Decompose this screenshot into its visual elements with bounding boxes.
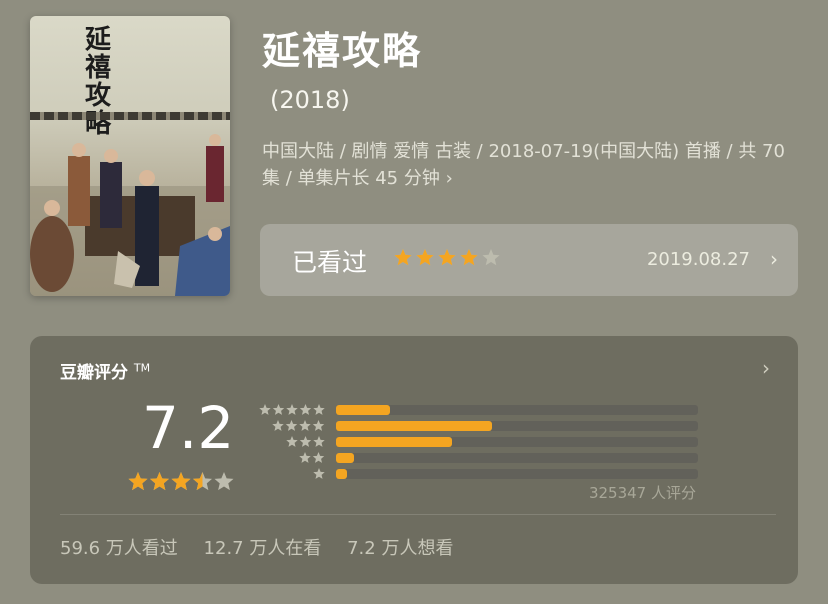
divider xyxy=(60,514,776,515)
chevron-right-icon: › xyxy=(445,168,453,189)
user-rating-star-icon xyxy=(482,249,500,266)
movie-year: (2018) xyxy=(270,86,350,114)
movie-title: 延禧攻略 xyxy=(262,29,423,73)
user-rating-stars xyxy=(394,249,500,266)
audience-stats: 59.6 万人看过 12.7 万人在看 7.2 万人想看 xyxy=(60,534,473,560)
watched-date: 2019.08.27 xyxy=(646,249,750,270)
small-star-icon xyxy=(258,404,271,415)
rating-score: 7.2 xyxy=(142,394,235,462)
small-star-icon xyxy=(299,420,311,431)
distribution-bar-fill-3 xyxy=(336,437,452,447)
user-rating-star-fill-icon xyxy=(438,249,456,266)
distribution-bar-fill-2 xyxy=(336,453,355,463)
distribution-bar-fill-1 xyxy=(336,469,347,479)
poster-figures-illustration xyxy=(30,134,230,296)
chevron-right-icon: › xyxy=(770,247,778,271)
distribution-bar-4 xyxy=(336,421,698,431)
score-star-fill-icon xyxy=(149,472,170,491)
movie-info[interactable]: 中国大陆 / 剧情 爱情 古装 / 2018-07-19(中国大陆) 首播 / … xyxy=(262,138,802,192)
small-star-icon xyxy=(312,468,325,479)
small-star-icon xyxy=(272,420,284,431)
score-star-fill-icon xyxy=(171,472,191,491)
watching-count: 12.7 万人在看 xyxy=(203,538,322,559)
small-star-icon xyxy=(285,436,298,447)
small-star-icon xyxy=(285,404,298,415)
watched-label: 已看过 xyxy=(292,248,368,277)
small-star-icon xyxy=(312,404,325,415)
rating-score-stars xyxy=(128,472,234,491)
distribution-bar-3 xyxy=(336,437,698,447)
trademark-symbol: TM xyxy=(133,361,151,375)
rating-count: 325347 人评分 xyxy=(588,484,696,502)
distribution-bar-2 xyxy=(336,453,698,463)
watched-count: 59.6 万人看过 xyxy=(60,538,178,559)
small-star-icon xyxy=(299,436,311,447)
rating-heading: 豆瓣评分 TM xyxy=(60,358,150,383)
distribution-stars-4 xyxy=(272,420,325,431)
small-star-icon xyxy=(312,436,325,447)
distribution-stars-5 xyxy=(258,404,325,415)
chevron-right-icon: › xyxy=(762,356,770,380)
want-count: 7.2 万人想看 xyxy=(347,538,454,559)
small-star-icon xyxy=(285,420,298,431)
small-star-icon xyxy=(272,404,284,415)
score-star-fill-icon xyxy=(128,472,148,491)
small-star-icon xyxy=(312,452,325,463)
small-star-icon xyxy=(299,404,311,415)
poster-image[interactable]: 延禧攻略 xyxy=(30,16,230,296)
distribution-bar-1 xyxy=(336,469,698,479)
score-star-icon xyxy=(214,472,234,491)
movie-info-text: 中国大陆 / 剧情 爱情 古装 / 2018-07-19(中国大陆) 首播 / … xyxy=(262,141,785,189)
user-rating-star-fill-icon xyxy=(460,249,478,266)
distribution-bar-fill-4 xyxy=(336,421,492,431)
user-rating-star-fill-icon xyxy=(394,249,412,266)
small-star-icon xyxy=(312,420,325,431)
user-rating-star-fill-icon xyxy=(416,249,434,266)
rating-heading-text: 豆瓣评分 xyxy=(60,363,128,383)
distribution-bar-5 xyxy=(336,405,698,415)
watched-status-card[interactable]: 已看过 2019.08.27 › xyxy=(260,224,798,296)
distribution-bar-fill-5 xyxy=(336,405,391,415)
douban-rating-card[interactable]: 豆瓣评分 TM › 7.2 325347 人评分 59.6 万人看过 12.7 … xyxy=(30,336,798,584)
small-star-icon xyxy=(299,452,311,463)
